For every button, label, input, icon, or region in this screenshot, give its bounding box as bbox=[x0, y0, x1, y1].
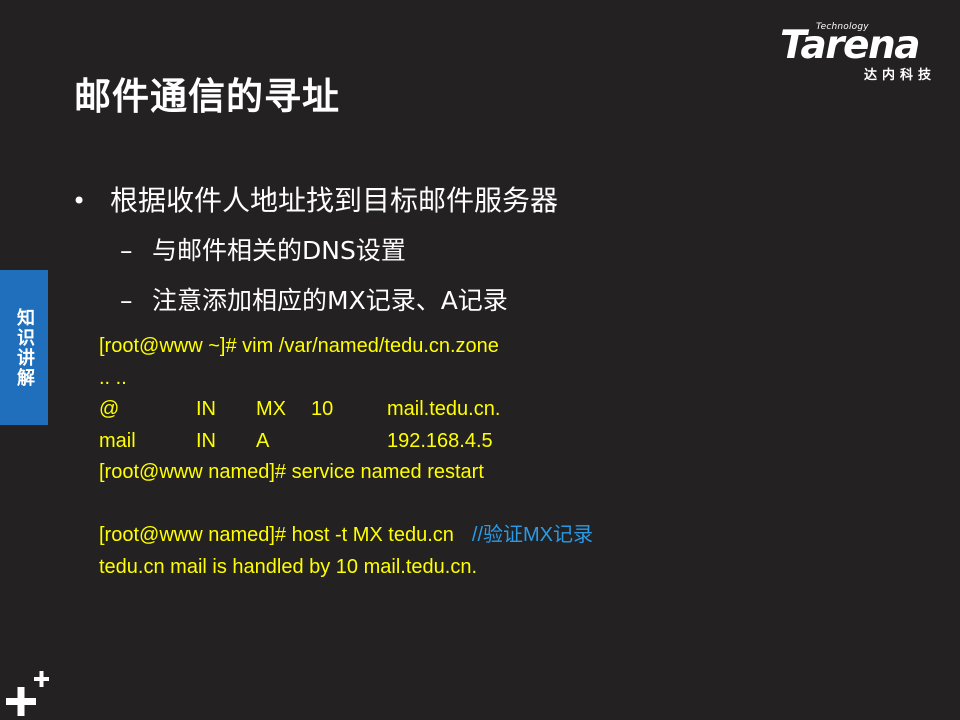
record-value: mail.tedu.cn. bbox=[387, 398, 501, 420]
record-name: @ bbox=[99, 398, 120, 420]
side-tab-label: 知识讲解 bbox=[14, 307, 35, 388]
sub-bullet-marker: – bbox=[120, 286, 133, 315]
tarena-logo: Technology Tarena 达内科技 bbox=[780, 22, 950, 84]
bullet-text: 根据收件人地址找到目标邮件服务器 bbox=[110, 184, 559, 217]
slide: Technology Tarena 达内科技 邮件通信的寻址 知识讲解 • 根据… bbox=[0, 0, 960, 720]
code-command: [root@www named]# host -t MX tedu.cn bbox=[99, 524, 454, 546]
sub-bullet-text: 注意添加相应的MX记录、A记录 bbox=[152, 286, 508, 315]
logo-subtitle: 达内科技 bbox=[864, 68, 937, 83]
dns-record-mx: @ IN MX 10 mail.tedu.cn. bbox=[99, 394, 919, 426]
slide-title: 邮件通信的寻址 bbox=[74, 75, 340, 118]
side-tab: 知识讲解 bbox=[0, 270, 48, 425]
code-block: [root@www ~]# vim /var/named/tedu.cn.zon… bbox=[99, 331, 919, 583]
record-type: MX bbox=[256, 398, 286, 420]
code-line: tedu.cn mail is handled by 10 mail.tedu.… bbox=[99, 555, 477, 578]
dns-record-a: mail IN A 192.168.4.5 bbox=[99, 426, 919, 458]
record-value: 192.168.4.5 bbox=[387, 429, 493, 452]
record-class: IN bbox=[196, 429, 216, 452]
sub-bullet-text: 与邮件相关的DNS设置 bbox=[152, 236, 406, 265]
code-line: .. .. bbox=[99, 366, 127, 389]
sub-bullet-item: – 注意添加相应的MX记录、A记录 bbox=[120, 284, 508, 318]
bullet-item: • 根据收件人地址找到目标邮件服务器 bbox=[72, 183, 558, 219]
record-name: mail bbox=[99, 429, 136, 452]
bullet-marker: • bbox=[72, 187, 87, 215]
code-line: [root@www named]# service named restart bbox=[99, 461, 484, 483]
record-type: A bbox=[256, 429, 270, 452]
sub-bullet-marker: – bbox=[120, 236, 133, 265]
code-line: [root@www ~]# vim /var/named/tedu.cn.zon… bbox=[99, 335, 499, 357]
plus-plus-icon bbox=[6, 671, 49, 716]
record-class: IN bbox=[196, 398, 216, 420]
code-comment: //验证MX记录 bbox=[471, 524, 594, 546]
record-priority: 10 bbox=[311, 398, 334, 420]
code-line-with-comment: [root@www named]# host -t MX tedu.cn //验证… bbox=[99, 520, 919, 552]
sub-bullet-item: – 与邮件相关的DNS设置 bbox=[120, 234, 406, 268]
logo-brand: Tarena bbox=[780, 23, 921, 68]
